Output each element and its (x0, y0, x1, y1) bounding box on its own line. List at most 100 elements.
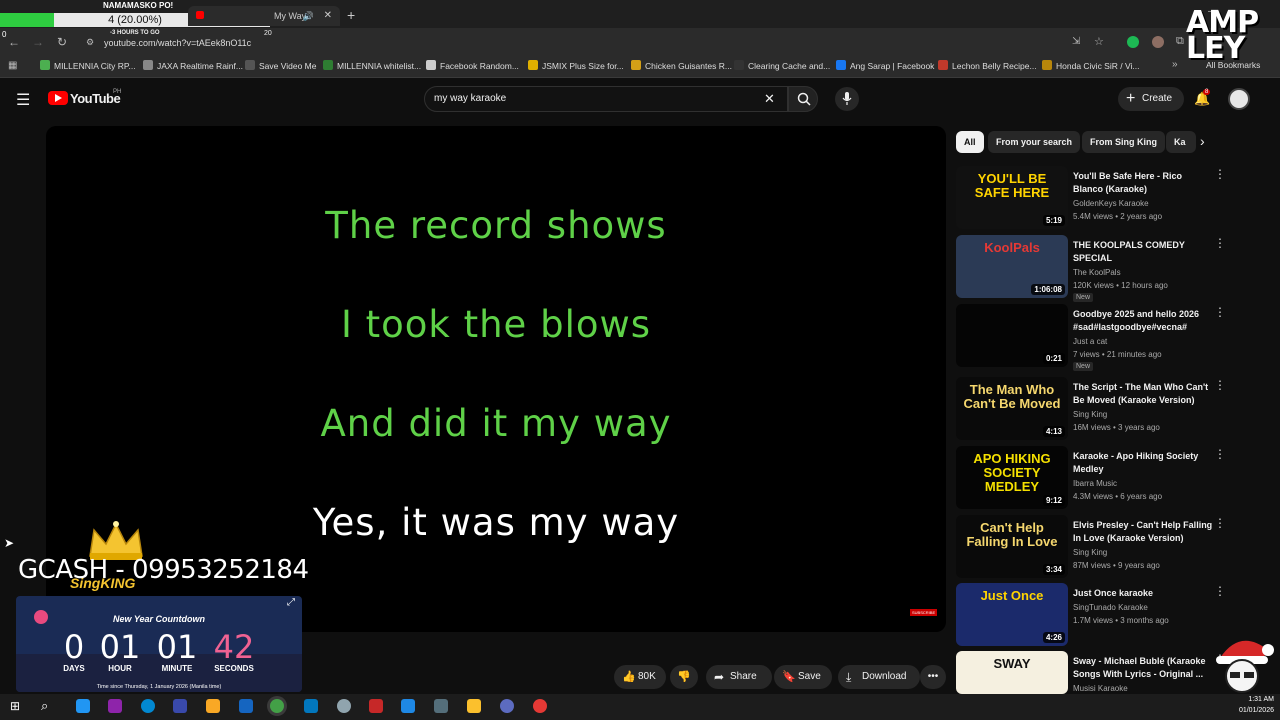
url-field[interactable]: youtube.com/watch?v=tAEek8nO11c (104, 38, 251, 48)
chrome-icon[interactable] (270, 699, 284, 713)
extension-icon[interactable] (1127, 36, 1139, 48)
create-button[interactable]: + Create (1118, 87, 1184, 111)
bookmark-item[interactable]: JSMIX Plus Size for... (528, 60, 624, 71)
menu-icon[interactable]: ☰ (16, 90, 30, 110)
more-options-icon[interactable]: ⋮ (1214, 447, 1226, 461)
search-query[interactable]: my way karaoke (434, 93, 506, 104)
store-icon[interactable] (173, 699, 187, 713)
taskbar-app-icon[interactable] (76, 699, 90, 713)
video-title[interactable]: THE KOOLPALS COMEDY SPECIAL (1073, 239, 1213, 265)
bookmark-item[interactable]: Save Video Me (245, 60, 317, 71)
share-button[interactable]: ➦ Share (706, 665, 772, 689)
chip-from-sing-king[interactable]: From Sing King (1082, 131, 1165, 153)
site-info-icon[interactable]: ⚙ (86, 37, 94, 48)
video-channel[interactable]: SingTunado Karaoke (1073, 601, 1148, 614)
chip-from-your-search[interactable]: From your search (988, 131, 1081, 153)
close-tab-icon[interactable]: ✕ (324, 6, 332, 26)
taskbar-app-icon[interactable] (533, 699, 547, 713)
taskbar-app-icon[interactable] (434, 699, 448, 713)
discord-icon[interactable] (500, 699, 514, 713)
video-title[interactable]: Just Once karaoke (1073, 587, 1213, 600)
video-thumbnail[interactable]: YOU'LL BE SAFE HERE 5:19 (956, 166, 1068, 229)
video-title[interactable]: Goodbye 2025 and hello 2026 #sad#lastgoo… (1073, 308, 1213, 334)
video-channel[interactable]: The KoolPals (1073, 266, 1121, 279)
tab-youtube[interactable]: My Way 🔊 ✕ (188, 6, 340, 26)
taskbar-search-icon[interactable]: ⌕ (41, 698, 48, 714)
more-options-icon[interactable]: ⋮ (1214, 516, 1226, 530)
speaker-icon[interactable]: 🔊 (303, 6, 314, 26)
bookmark-item[interactable]: Clearing Cache and... (734, 60, 830, 71)
video-channel[interactable]: Sing King (1073, 546, 1107, 559)
back-icon[interactable]: ← (6, 34, 22, 50)
bookmark-item[interactable]: MILLENNIA whitelist... (323, 60, 421, 71)
extensions-puzzle-icon[interactable]: ⧉ (1176, 35, 1184, 48)
dislike-button[interactable]: 👎 (670, 665, 698, 689)
chevron-right-icon[interactable]: › (1200, 133, 1205, 149)
steam-icon[interactable] (401, 699, 415, 713)
windows-start-icon[interactable]: ⊞ (10, 699, 20, 713)
file-explorer-icon[interactable] (206, 699, 220, 713)
more-horizontal-icon: ••• (927, 671, 939, 682)
taskbar-app-icon[interactable] (108, 699, 122, 713)
edge-icon[interactable] (141, 699, 155, 713)
video-thumbnail[interactable]: KoolPals 1:06:08 (956, 235, 1068, 298)
more-bookmarks-icon[interactable]: » (1172, 59, 1178, 70)
bookmark-item[interactable]: Ang Sarap | Facebook (836, 60, 934, 71)
video-channel[interactable]: Sing King (1073, 408, 1107, 421)
taskbar-app-icon[interactable] (369, 699, 383, 713)
taskbar-app-icon[interactable] (337, 699, 351, 713)
video-title[interactable]: Elvis Presley - Can't Help Falling In Lo… (1073, 519, 1213, 545)
install-icon[interactable]: ⇲ (1072, 36, 1080, 47)
thumbnail-text: YOU'LL BE SAFE HERE (974, 171, 1050, 200)
bookmark-item[interactable]: Chicken Guisantes R... (631, 60, 732, 71)
bookmark-item[interactable]: Lechon Belly Recipe... (938, 60, 1037, 71)
video-title[interactable]: The Script - The Man Who Can't Be Moved … (1073, 381, 1213, 407)
video-thumbnail[interactable]: Can't Help Falling In Love 3:34 (956, 515, 1068, 578)
reload-icon[interactable]: ↻ (54, 34, 70, 50)
video-channel[interactable]: Ibarra Music (1073, 477, 1117, 490)
extension-icon-2[interactable] (1152, 36, 1164, 48)
apps-grid-icon[interactable]: ▦ (8, 60, 17, 71)
video-thumbnail[interactable]: The Man Who Can't Be Moved 4:13 (956, 377, 1068, 440)
like-button[interactable]: 👍 80K (614, 665, 666, 689)
bookmark-item[interactable]: MILLENNIA City RP... (40, 60, 136, 71)
voice-search-button[interactable] (835, 87, 859, 111)
video-title[interactable]: Sway - Michael Bublé (Karaoke Songs With… (1073, 655, 1213, 681)
video-channel[interactable]: Just a cat (1073, 335, 1107, 348)
avatar[interactable] (1228, 88, 1250, 110)
expand-icon[interactable]: ⤢ (287, 597, 295, 608)
bookmark-favicon-icon (938, 60, 948, 70)
video-thumbnail[interactable]: APO HIKING SOCIETY MEDLEY 9:12 (956, 446, 1068, 509)
chip-all[interactable]: All (956, 131, 984, 153)
more-options-icon[interactable]: ⋮ (1214, 305, 1226, 319)
taskbar-app-icon[interactable] (239, 699, 253, 713)
video-title[interactable]: Karaoke - Apo Hiking Society Medley (1073, 450, 1213, 476)
more-options-icon[interactable]: ⋮ (1214, 584, 1226, 598)
video-title[interactable]: You'll Be Safe Here - Rico Blanco (Karao… (1073, 170, 1213, 196)
youtube-logo-icon[interactable] (48, 91, 68, 105)
more-options-icon[interactable]: ⋮ (1214, 167, 1226, 181)
bookmark-item[interactable]: Facebook Random... (426, 60, 519, 71)
taskbar-app-icon[interactable] (304, 699, 318, 713)
search-button[interactable] (788, 86, 818, 112)
more-options-icon[interactable]: ⋮ (1214, 378, 1226, 392)
taskbar-app-icon[interactable] (467, 699, 481, 713)
more-options-icon[interactable]: ⋮ (1214, 236, 1226, 250)
chip-karaoke[interactable]: Ka (1166, 131, 1196, 153)
video-thumbnail[interactable]: 0:21 (956, 304, 1068, 367)
taskbar-date: 01/01/2026 (1238, 707, 1274, 714)
subscribe-watermark[interactable]: SUBSCRIBE (910, 609, 938, 616)
download-button[interactable]: ⤓ Download (838, 665, 920, 689)
video-thumbnail[interactable]: SWAY (956, 651, 1068, 694)
clear-search-icon[interactable]: ✕ (764, 91, 775, 107)
forward-icon[interactable]: → (30, 34, 46, 50)
bookmark-star-icon[interactable]: ☆ (1094, 35, 1104, 48)
save-button[interactable]: 🔖 Save (774, 665, 832, 689)
video-thumbnail[interactable]: Just Once 4:26 (956, 583, 1068, 646)
bookmark-item[interactable]: JAXA Realtime Rainf... (143, 60, 243, 71)
video-duration: 0:21 (1042, 353, 1065, 364)
video-channel[interactable]: GoldenKeys Karaoke (1073, 197, 1149, 210)
bookmark-item[interactable]: Honda Civic SiR / Vi... (1042, 60, 1139, 71)
more-actions-button[interactable]: ••• (920, 665, 946, 689)
new-tab-icon[interactable]: + (347, 7, 355, 23)
